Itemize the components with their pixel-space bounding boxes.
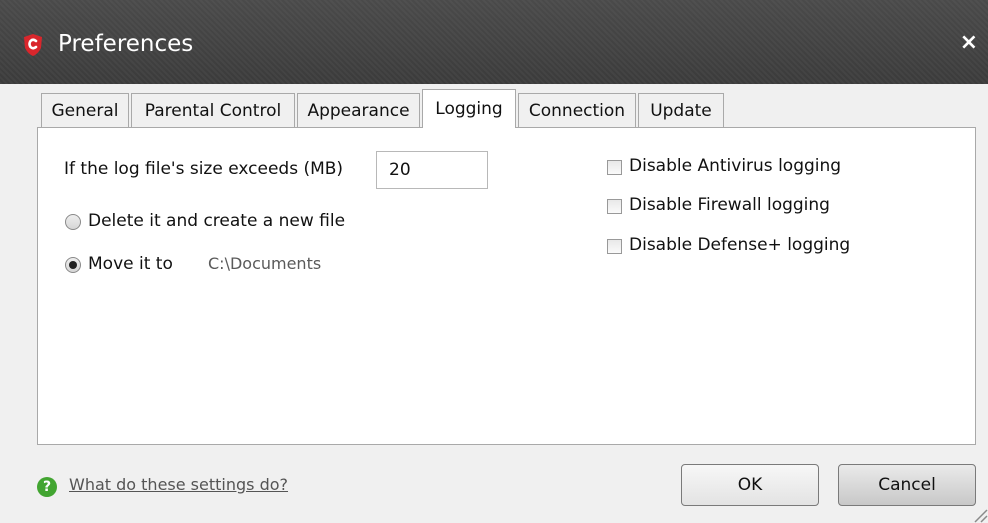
- tab-update[interactable]: Update: [638, 93, 724, 128]
- checkbox-defense-label: Disable Defense+ logging: [629, 235, 851, 255]
- cancel-button[interactable]: Cancel: [838, 464, 976, 506]
- tab-general[interactable]: General: [41, 93, 129, 128]
- comodo-shield-icon: [24, 34, 42, 56]
- help-icon[interactable]: ?: [37, 477, 57, 497]
- checkbox-disable-defense-logging[interactable]: [607, 239, 622, 254]
- checkbox-disable-firewall-logging[interactable]: [607, 199, 622, 214]
- checkbox-disable-antivirus-logging[interactable]: [607, 160, 622, 175]
- radio-delete-label: Delete it and create a new file: [88, 211, 346, 231]
- ok-button[interactable]: OK: [681, 464, 819, 506]
- window-title: Preferences: [58, 31, 194, 57]
- resize-grip-icon[interactable]: [970, 505, 988, 523]
- move-path-value: C:\Documents: [208, 254, 322, 273]
- log-size-label: If the log file's size exceeds (MB): [64, 159, 344, 179]
- title-bar[interactable]: Preferences ×: [0, 0, 988, 84]
- radio-delete-new-file[interactable]: [65, 214, 81, 230]
- close-icon[interactable]: ×: [960, 30, 978, 55]
- checkbox-antivirus-label: Disable Antivirus logging: [629, 156, 842, 176]
- tab-parental-control[interactable]: Parental Control: [131, 93, 295, 128]
- tab-appearance[interactable]: Appearance: [297, 93, 420, 128]
- tab-connection[interactable]: Connection: [518, 93, 636, 128]
- radio-selected-dot: [69, 261, 77, 269]
- radio-move-label: Move it to: [88, 254, 173, 274]
- help-link[interactable]: What do these settings do?: [69, 475, 288, 494]
- checkbox-firewall-label: Disable Firewall logging: [629, 195, 830, 215]
- tab-logging[interactable]: Logging: [422, 89, 516, 128]
- radio-move-file[interactable]: [65, 257, 81, 273]
- preferences-window: Preferences × General Parental Control A…: [0, 0, 988, 523]
- log-size-input[interactable]: 20: [376, 151, 488, 189]
